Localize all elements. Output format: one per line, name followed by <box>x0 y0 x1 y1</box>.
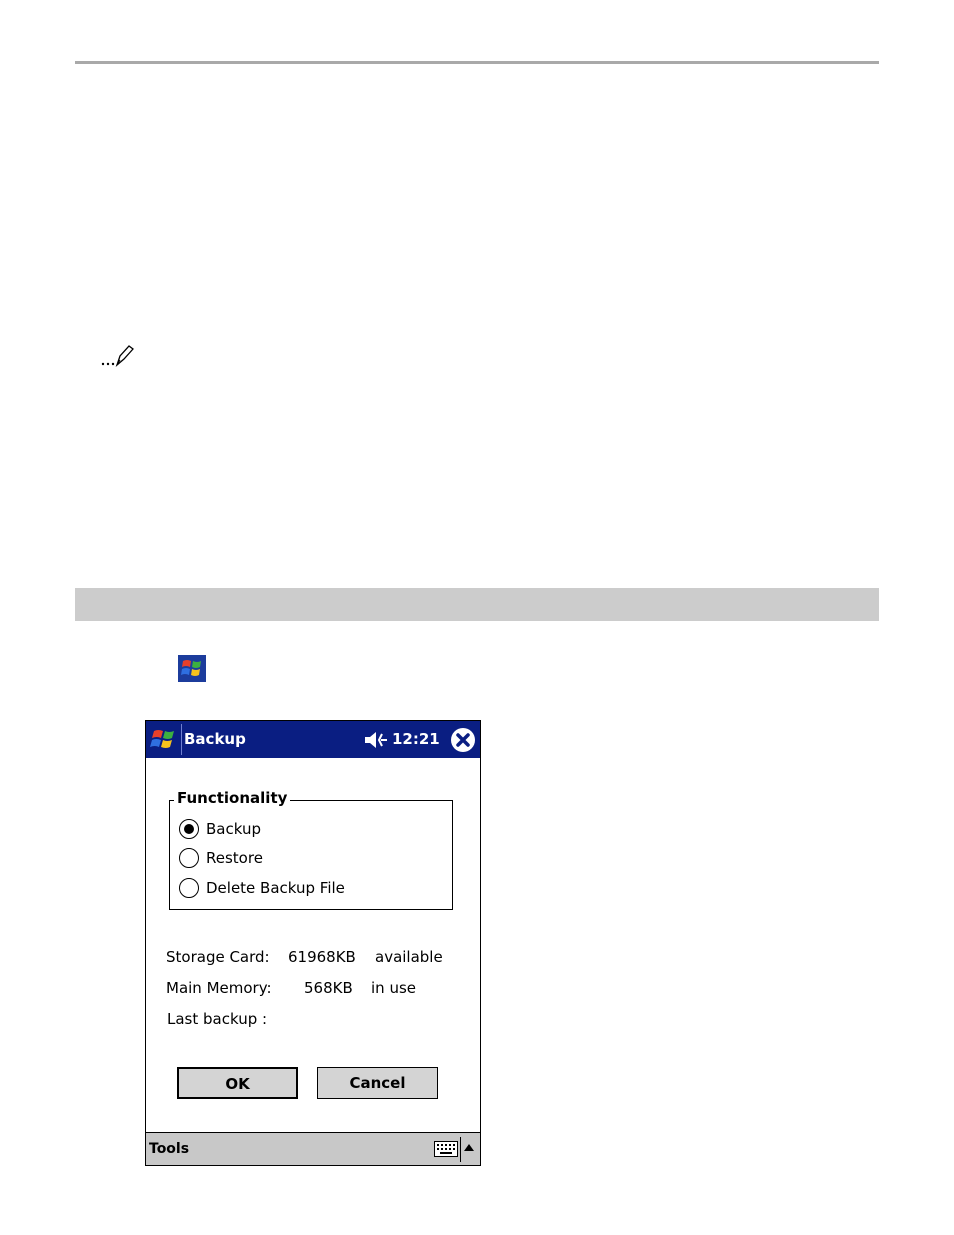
title-bar: Backup 12:21 <box>146 721 480 758</box>
ok-button[interactable]: OK <box>177 1067 298 1099</box>
clock-time[interactable]: 12:21 <box>392 730 440 748</box>
windows-flag-icon <box>178 655 206 682</box>
radio-button-selected[interactable] <box>179 819 199 839</box>
cancel-button[interactable]: Cancel <box>317 1067 438 1099</box>
radio-label: Restore <box>206 849 263 867</box>
functionality-legend: Functionality <box>174 789 291 807</box>
speaker-icon[interactable] <box>363 729 389 751</box>
tools-menu[interactable]: Tools <box>149 1140 189 1158</box>
close-icon[interactable] <box>450 727 476 753</box>
radio-label: Delete Backup File <box>206 879 345 897</box>
storage-card-status: available <box>375 948 443 966</box>
menu-separator <box>460 1137 461 1162</box>
menu-bar: Tools <box>146 1132 480 1165</box>
radio-button[interactable] <box>179 878 199 898</box>
top-rule <box>75 61 879 64</box>
start-menu-icon[interactable] <box>148 724 180 755</box>
main-memory-value: 568KB <box>304 979 353 997</box>
window-title: Backup <box>184 730 246 748</box>
keyboard-icon[interactable] <box>434 1141 458 1157</box>
storage-card-value: 61968KB <box>288 948 356 966</box>
note-pencil-icon <box>101 345 134 368</box>
pda-backup-window: Backup 12:21 Functionality Backup Restor… <box>145 720 481 1166</box>
main-memory-label: Main Memory: <box>166 979 272 997</box>
last-backup-label: Last backup : <box>167 1010 268 1028</box>
title-separator <box>181 724 182 755</box>
section-header-bar <box>75 588 879 621</box>
storage-card-label: Storage Card: <box>166 948 270 966</box>
radio-button[interactable] <box>179 848 199 868</box>
main-memory-status: in use <box>371 979 416 997</box>
radio-label: Backup <box>206 820 261 838</box>
arrow-up-icon[interactable] <box>464 1144 474 1151</box>
